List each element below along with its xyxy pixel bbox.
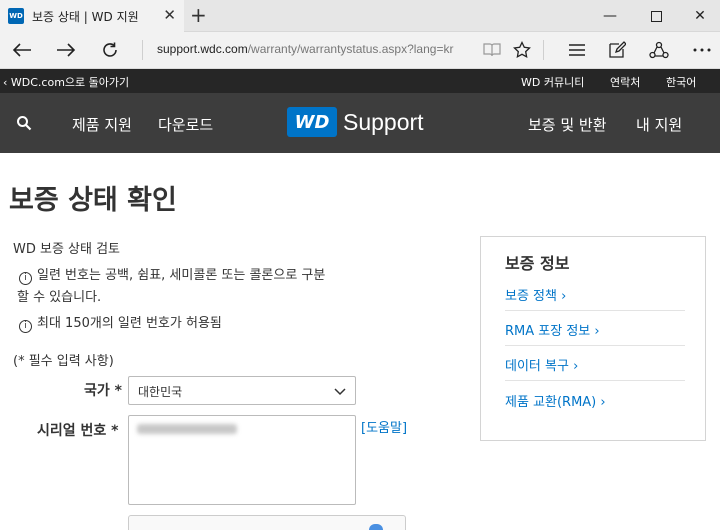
sidebar-divider [505,310,685,311]
forward-arrow-icon[interactable] [52,38,80,62]
back-to-wdc-label: WDC.com으로 돌아가기 [10,76,130,89]
page-title: 보증 상태 확인 [9,185,177,216]
contact-link[interactable]: 연락처 [610,74,640,90]
minimize-icon[interactable]: — [588,0,632,32]
nav-warranty-returns[interactable]: 보증 및 반환 [528,114,607,135]
url-host: support.wdc.com [157,42,248,56]
rma-packaging-link[interactable]: RMA 포장 정보 › [505,320,600,339]
site-main-nav: 제품 지원 다운로드 WD Support 보증 및 반환 내 지원 [0,93,720,153]
close-window-icon[interactable]: ✕ [678,0,720,32]
sidebar-divider [505,345,685,346]
info-separator-line2: 할 수 있습니다. [17,290,102,305]
country-select-value: 대한민국 [138,385,183,399]
community-link[interactable]: WD 커뮤니티 [521,74,584,90]
share-icon[interactable] [647,39,671,61]
required-fields-note: (* 필수 입력 사항) [13,354,114,369]
chevron-down-icon [333,383,347,397]
nav-downloads[interactable]: 다운로드 [158,114,213,135]
site-top-strip: ‹ WDC.com으로 돌아가기 WD 커뮤니티 연락처 한국어 [0,69,720,93]
serial-number-input[interactable] [128,415,356,505]
warranty-policy-link[interactable]: 보증 정책 › [505,285,566,304]
url-path: /warranty/warrantystatus.aspx?lang=kr [247,42,454,56]
product-exchange-rma-link[interactable]: 제품 교환(RMA) › [505,391,606,410]
favorite-star-icon[interactable] [510,39,534,61]
info-separator-note: i 일련 번호는 공백, 쉼표, 세미콜론 또는 콜론으로 구분 [19,264,325,285]
info-separator-line1: 일련 번호는 공백, 쉼표, 세미콜론 또는 콜론으로 구분 [37,268,326,283]
maximize-icon[interactable] [634,0,678,32]
more-options-icon[interactable] [690,39,714,61]
warranty-info-title: 보증 정보 [505,254,570,273]
tab-title: 보증 상태 | WD 지원 [32,9,139,24]
browser-tab-bar: WD 보증 상태 | WD 지원 ✕ + — ✕ [0,0,720,32]
web-note-icon[interactable] [605,39,629,61]
recaptcha-widget[interactable] [128,515,406,530]
search-icon[interactable] [16,115,32,131]
country-select[interactable]: 대한민국 [128,376,356,405]
url-field[interactable]: support.wdc.com/warranty/warrantystatus.… [157,42,453,56]
info-icon: i [19,320,32,333]
serial-number-label: 시리얼 번호 * [37,423,119,439]
sidebar-divider [505,380,685,381]
warranty-info-panel: 보증 정보 보증 정책 › RMA 포장 정보 › 데이터 복구 › 제품 교환… [480,236,706,441]
help-link[interactable]: [도움말] [361,417,407,436]
recaptcha-logo-icon [369,524,383,530]
address-separator [142,40,143,60]
nav-product-support[interactable]: 제품 지원 [72,114,132,135]
back-to-wdc-link[interactable]: ‹ WDC.com으로 돌아가기 [3,74,129,90]
tab-close-icon[interactable]: ✕ [163,7,176,23]
back-arrow-icon[interactable] [8,38,36,62]
info-max-serial-text: 최대 150개의 일련 번호가 허용됨 [37,316,222,331]
browser-tab-active[interactable]: WD 보증 상태 | WD 지원 ✕ [0,0,184,32]
new-tab-icon[interactable]: + [190,4,207,26]
refresh-icon[interactable] [96,38,124,62]
toolbar-separator [543,40,544,60]
info-icon: i [19,272,32,285]
wd-support-wordmark: Support [343,109,424,135]
wd-logo[interactable]: WD [287,107,337,137]
browser-address-bar: support.wdc.com/warranty/warrantystatus.… [0,32,720,69]
language-link[interactable]: 한국어 [666,74,696,90]
hub-menu-icon[interactable] [565,39,589,61]
section-subtitle: WD 보증 상태 검토 [13,242,121,257]
reading-view-icon[interactable] [480,39,504,61]
wd-favicon-icon: WD [8,8,24,24]
info-max-serial-note: i 최대 150개의 일련 번호가 허용됨 [19,312,222,333]
country-label: 국가 * [84,383,122,399]
data-recovery-link[interactable]: 데이터 복구 › [505,355,578,374]
redacted-serial [137,424,237,434]
nav-my-support[interactable]: 내 지원 [636,114,682,135]
